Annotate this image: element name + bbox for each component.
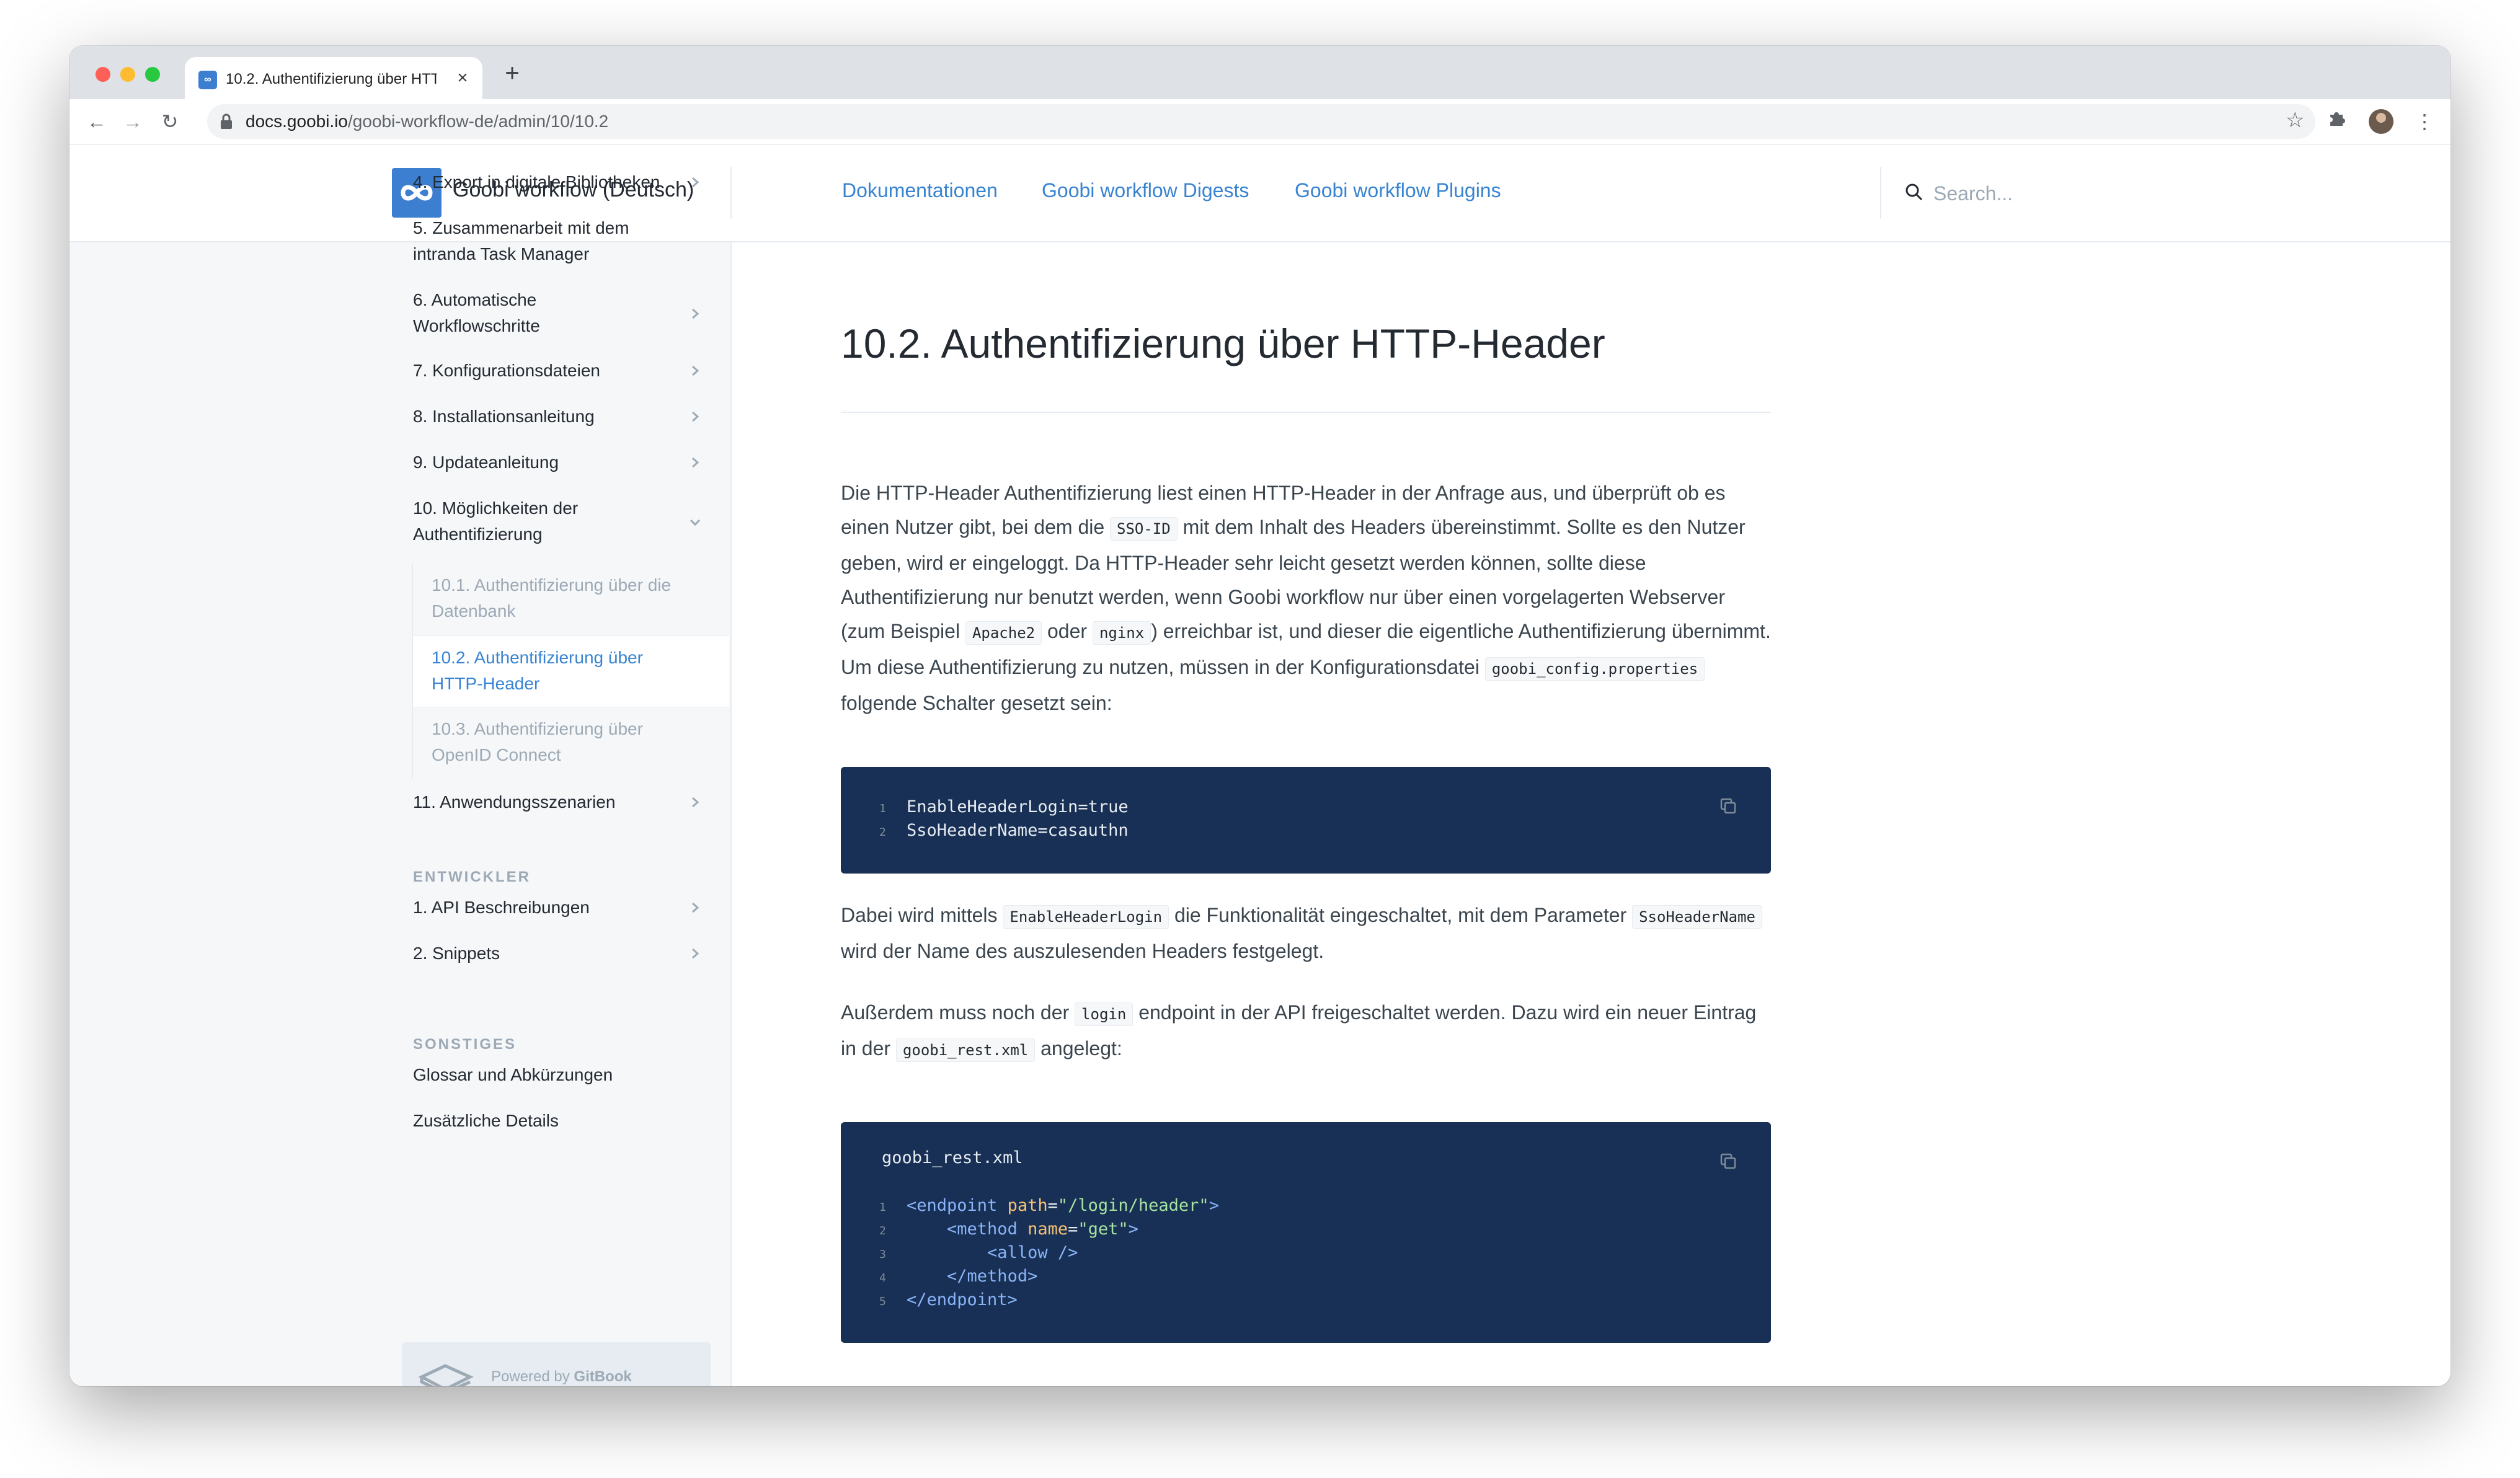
chevron-down-icon (690, 519, 701, 526)
sidebar-item-label: 7. Konfigurationsdateien (413, 361, 600, 380)
browser-tab[interactable]: ∞ 10.2. Authentifizierung über HTTP-Head… (185, 57, 482, 99)
nav-link-dokumentationen[interactable]: Dokumentationen (842, 179, 998, 202)
paragraph-endpoint: Außerdem muss noch der login endpoint in… (841, 996, 1771, 1068)
sidebar-item-updateanleitung[interactable]: 9. Updateanleitung (413, 449, 704, 476)
docs-page: Goobi workflow (Deutsch) Dokumentationen… (69, 144, 2451, 1386)
code-line: 3 <allow /> (879, 1243, 1078, 1262)
sidebar-item-label: 4. Export in digitale Bibliotheken (413, 172, 660, 192)
section-label-sonstiges: SONSTIGES (413, 1036, 517, 1053)
inline-code: login (1075, 1002, 1134, 1026)
sidebar-subitem-label: 10.2. Authentifizierung über HTTP-Header (432, 648, 643, 693)
sidebar-subitem-datenbank[interactable]: 10.1. Authentifizierung über die Datenba… (412, 564, 729, 635)
nav-link-plugins[interactable]: Goobi workflow Plugins (1295, 179, 1501, 202)
inline-code: SsoHeaderName (1632, 905, 1762, 929)
header-divider (730, 167, 732, 219)
chevron-right-icon (692, 797, 699, 808)
close-tab-icon[interactable]: × (451, 67, 474, 89)
sidebar-item-label: Glossar und Abkürzungen (413, 1065, 613, 1084)
sidebar-item-api[interactable]: 1. API Beschreibungen (413, 895, 704, 921)
sidebar-item-label: 11. Anwendungsszenarien (413, 792, 616, 812)
profile-avatar[interactable] (2369, 109, 2394, 134)
sidebar-item-details[interactable]: Zusätzliche Details (413, 1108, 704, 1134)
code-line: 5 </endpoint> (879, 1290, 1018, 1309)
code-line: 2 <method name="get"> (879, 1219, 1138, 1239)
sidebar-item-task-manager[interactable]: 5. Zusammenarbeit mit dem intranda Task … (413, 215, 673, 267)
paragraph-intro: Die HTTP-Header Authentifizierung liest … (841, 482, 1771, 714)
sidebar-item-anwendungsszenarien[interactable]: 11. Anwendungsszenarien (413, 789, 704, 815)
code-block-xml: goobi_rest.xml 1 <endpoint path="/login/h… (841, 1122, 1771, 1343)
browser-toolbar: ← → ↻ docs.goobi.io/goobi-workflow-de/ad… (69, 99, 2451, 144)
sidebar-item-label: 5. Zusammenarbeit mit dem intranda Task … (413, 218, 629, 263)
sidebar-item-label: Zusätzliche Details (413, 1111, 559, 1130)
chevron-right-icon (692, 365, 699, 376)
code-caption: goobi_rest.xml (882, 1148, 1023, 1167)
reload-icon[interactable]: ↻ (156, 108, 184, 135)
code-line: 1 <endpoint path="/login/header"> (879, 1196, 1219, 1215)
chevron-right-icon (692, 902, 699, 913)
close-window-button[interactable] (95, 67, 110, 82)
url-text: docs.goobi.io/goobi-workflow-de/admin/10… (246, 112, 609, 131)
inline-code: goobi_config.properties (1484, 657, 1705, 681)
section-label-entwickler: ENTWICKLER (413, 869, 531, 885)
sidebar-item-export[interactable]: 4. Export in digitale Bibliotheken (413, 169, 704, 195)
title-divider (841, 412, 1771, 413)
tab-strip: ∞ 10.2. Authentifizierung über HTTP-Head… (69, 46, 2451, 99)
sidebar-item-label: 2. Snippets (413, 944, 500, 963)
inline-code: Apache2 (965, 621, 1042, 645)
sidebar-item-konfigurationsdateien[interactable]: 7. Konfigurationsdateien (413, 358, 704, 384)
inline-code: nginx (1092, 621, 1151, 645)
code-block-properties: 1 EnableHeaderLogin=true 2 SsoHeaderName=c… (841, 767, 1771, 874)
sidebar-item-glossar[interactable]: Glossar und Abkürzungen (413, 1062, 704, 1088)
maximize-window-button[interactable] (145, 67, 160, 82)
page-title: 10.2. Authentifizierung über HTTP-Header (841, 321, 1605, 366)
chevron-right-icon (692, 411, 699, 422)
sidebar-item-label: 6. Automatische Workflowschritte (413, 290, 540, 335)
copy-icon[interactable] (1719, 797, 1737, 815)
copy-icon[interactable] (1719, 1152, 1737, 1170)
search-input[interactable] (1932, 179, 2183, 208)
sidebar-item-label: 1. API Beschreibungen (413, 898, 590, 917)
new-tab-icon[interactable]: + (499, 60, 526, 87)
chevron-right-icon (692, 177, 699, 188)
sidebar-item-installationsanleitung[interactable]: 8. Installationsanleitung (413, 404, 704, 430)
tab-title: 10.2. Authentifizierung über HTTP-Header (226, 71, 437, 87)
sidebar-subitem-http-header[interactable]: 10.2. Authentifizierung über HTTP-Header (412, 635, 729, 707)
sidebar-item-workflowschritte[interactable]: 6. Automatische Workflowschritte (413, 287, 704, 339)
inline-code: EnableHeaderLogin (1003, 905, 1169, 929)
chevron-right-icon (692, 457, 699, 468)
browser-window: ∞ 10.2. Authentifizierung über HTTP-Head… (69, 46, 2451, 1386)
extensions-puzzle-icon[interactable] (2327, 108, 2346, 135)
sidebar-subitem-openid[interactable]: 10.3. Authentifizierung über OpenID Conn… (412, 707, 729, 779)
sidebar-subitem-label: 10.1. Authentifizierung über die Datenba… (432, 575, 672, 621)
more-menu-icon[interactable]: ⋮ (2415, 108, 2434, 135)
sidebar-item-label: 9. Updateanleitung (413, 453, 559, 472)
inline-code: goobi_rest.xml (895, 1038, 1036, 1062)
address-bar[interactable]: docs.goobi.io/goobi-workflow-de/admin/10… (207, 104, 2315, 139)
chevron-right-icon (692, 948, 699, 959)
inline-code: SSO-ID (1110, 517, 1178, 541)
sidebar-subitem-label: 10.3. Authentifizierung über OpenID Conn… (432, 719, 643, 764)
lock-icon (221, 113, 232, 129)
powered-by-text: Powered by GitBook (491, 1368, 632, 1385)
search-divider (1880, 167, 1881, 219)
powered-by-gitbook[interactable]: Powered by GitBook (402, 1342, 711, 1386)
nav-link-digests[interactable]: Goobi workflow Digests (1042, 179, 1249, 202)
back-arrow-icon[interactable]: ← (83, 108, 110, 135)
gitbook-logo-icon (418, 1364, 474, 1386)
sidebar-item-label: 8. Installationsanleitung (413, 407, 595, 426)
code-line: 2 SsoHeaderName=casauthn (879, 821, 1129, 840)
bookmark-star-icon[interactable]: ☆ (2286, 108, 2304, 133)
minimize-window-button[interactable] (120, 67, 135, 82)
forward-arrow-icon[interactable]: → (119, 108, 146, 135)
sidebar-item-label: 10. Möglichkeiten der Authentifizierung (413, 498, 579, 544)
search-icon (1906, 184, 1923, 201)
sidebar-item-snippets[interactable]: 2. Snippets (413, 940, 704, 967)
code-line: 4 </method> (879, 1267, 1038, 1286)
goobi-favicon-icon: ∞ (198, 71, 217, 89)
chevron-right-icon (692, 308, 699, 319)
sidebar-item-authentifizierung[interactable]: 10. Möglichkeiten der Authentifizierung (413, 495, 704, 547)
code-line: 1 EnableHeaderLogin=true (879, 797, 1129, 816)
paragraph-parameters: Dabei wird mittels EnableHeaderLogin die… (841, 898, 1771, 968)
